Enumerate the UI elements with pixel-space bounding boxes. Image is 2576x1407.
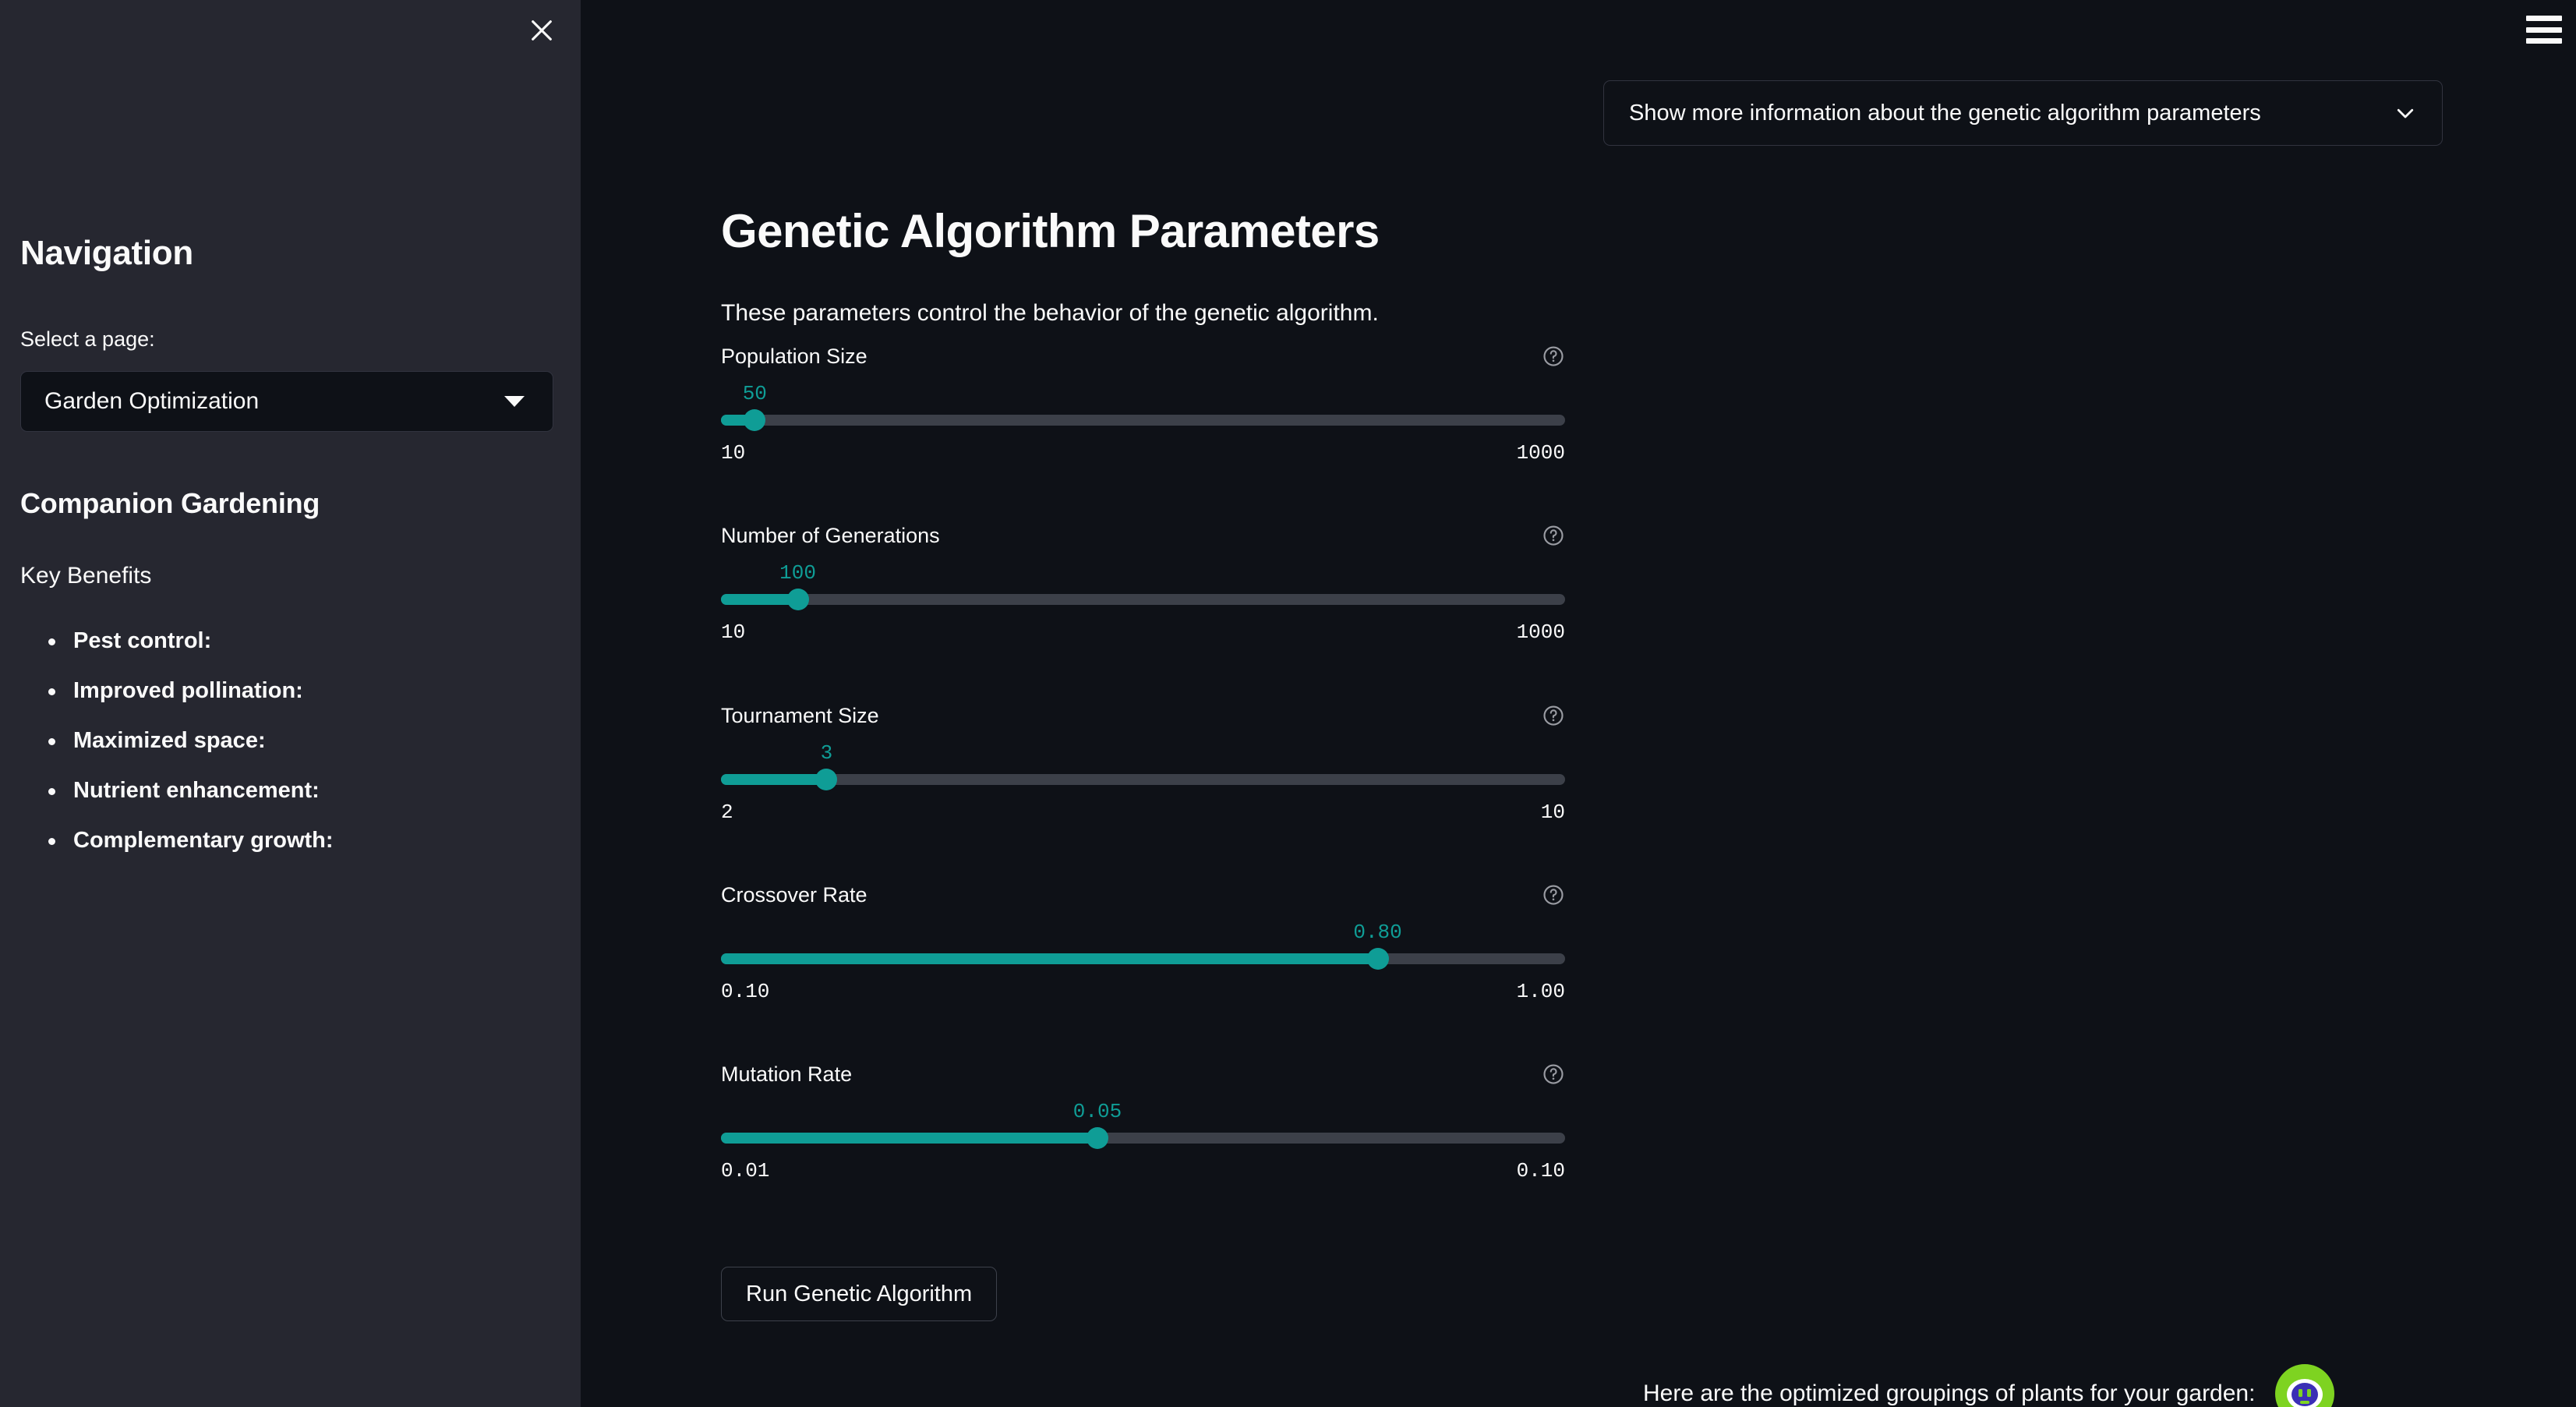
run-genetic-algorithm-button[interactable]: Run Genetic Algorithm	[721, 1267, 998, 1321]
slider-3: Tournament Size 3 2 10	[721, 702, 1565, 824]
slider-fill	[721, 953, 1378, 964]
page-select-value: Garden Optimization	[44, 388, 260, 414]
slider-max: 0.10	[1516, 1159, 1565, 1183]
slider-fill	[721, 1133, 1098, 1144]
question-circle-icon[interactable]	[1542, 345, 1565, 368]
hamburger-bar	[2526, 38, 2562, 44]
question-circle-icon[interactable]	[1542, 524, 1565, 547]
page-subtitle: These parameters control the behavior of…	[721, 300, 1379, 326]
slider-value: 0.80	[1353, 921, 1402, 944]
benefits-list: Pest control: Improved pollination: Maxi…	[20, 630, 535, 879]
chat-message-row: Here are the optimized groupings of plan…	[1643, 1364, 2335, 1407]
info-expander[interactable]: Show more information about the genetic …	[1603, 80, 2443, 146]
chevron-down-icon	[504, 396, 525, 407]
page-select[interactable]: Garden Optimization	[20, 371, 553, 432]
slider-value: 50	[742, 382, 767, 405]
question-circle-icon[interactable]	[1542, 883, 1565, 907]
slider-thumb[interactable]	[744, 409, 766, 431]
slider-max: 1000	[1516, 620, 1565, 644]
slider-value-row: 0.80	[721, 921, 1565, 949]
slider-track[interactable]	[721, 948, 1565, 970]
slider-range: 0.01 0.10	[721, 1159, 1565, 1183]
slider-min: 10	[721, 620, 746, 644]
slider-label: Number of Generations	[721, 523, 940, 547]
slider-thumb[interactable]	[1087, 1127, 1109, 1149]
sidebar-subheading: Key Benefits	[20, 563, 152, 589]
slider-range: 10 1000	[721, 620, 1565, 644]
slider-min: 2	[721, 801, 733, 824]
sidebar: Navigation Select a page: Garden Optimiz…	[0, 0, 581, 1407]
hamburger-bar	[2526, 27, 2562, 33]
chat-message-text: Here are the optimized groupings of plan…	[1643, 1380, 2256, 1406]
slider-header: Population Size	[721, 343, 1565, 369]
slider-track[interactable]	[721, 769, 1565, 790]
slider-track[interactable]	[721, 589, 1565, 610]
question-circle-icon[interactable]	[1542, 704, 1565, 727]
app-root: Navigation Select a page: Garden Optimiz…	[0, 0, 2576, 1407]
slider-header: Mutation Rate	[721, 1061, 1565, 1087]
slider-max: 1.00	[1516, 980, 1565, 1003]
slider-range: 2 10	[721, 801, 1565, 824]
slider-header: Number of Generations	[721, 522, 1565, 549]
slider-max: 10	[1540, 801, 1565, 824]
sidebar-close-button[interactable]	[518, 6, 566, 55]
slider-header: Tournament Size	[721, 702, 1565, 729]
list-item: Nutrient enhancement:	[20, 780, 535, 802]
slider-track[interactable]	[721, 409, 1565, 431]
slider-thumb[interactable]	[815, 769, 838, 790]
slider-range: 10 1000	[721, 441, 1565, 465]
slider-min: 0.01	[721, 1159, 770, 1183]
slider-value-row: 50	[721, 382, 1565, 410]
slider-1: Population Size 50 10 1000	[721, 343, 1565, 465]
slider-label: Mutation Rate	[721, 1062, 853, 1086]
question-circle-icon[interactable]	[1542, 1062, 1565, 1086]
slider-value-row: 0.05	[721, 1100, 1565, 1128]
chevron-down-icon	[2397, 108, 2414, 118]
slider-fill	[721, 774, 827, 785]
slider-thumb[interactable]	[1366, 948, 1389, 970]
sidebar-title: Navigation	[20, 234, 193, 272]
bot-face-icon	[2287, 1379, 2323, 1407]
slider-5: Mutation Rate 0.05 0.01 0.10	[721, 1061, 1565, 1183]
list-item: Maximized space:	[20, 730, 535, 752]
slider-2: Number of Generations 100 10 1000	[721, 522, 1565, 644]
hamburger-bar	[2526, 16, 2562, 21]
slider-max: 1000	[1516, 441, 1565, 465]
sidebar-section-heading: Companion Gardening	[20, 487, 320, 519]
page-title: Genetic Algorithm Parameters	[721, 205, 1380, 257]
slider-label: Population Size	[721, 344, 868, 368]
slider-value: 0.05	[1072, 1100, 1122, 1123]
slider-range: 0.10 1.00	[721, 980, 1565, 1003]
slider-value-row: 100	[721, 561, 1565, 589]
page-select-label: Select a page:	[20, 327, 155, 351]
bot-avatar-icon	[2275, 1364, 2335, 1407]
slider-value-row: 3	[721, 741, 1565, 769]
slider-value: 100	[779, 561, 816, 585]
slider-track[interactable]	[721, 1127, 1565, 1149]
list-item: Pest control:	[20, 630, 535, 652]
slider-label: Crossover Rate	[721, 882, 868, 907]
slider-4: Crossover Rate 0.80 0.10 1.00	[721, 882, 1565, 1003]
hamburger-menu-icon[interactable]	[2526, 16, 2562, 44]
slider-label: Tournament Size	[721, 703, 879, 727]
list-item: Improved pollination:	[20, 680, 535, 702]
slider-thumb[interactable]	[786, 589, 809, 610]
slider-min: 10	[721, 441, 746, 465]
info-expander-label: Show more information about the genetic …	[1629, 100, 2261, 125]
close-icon	[532, 20, 552, 41]
list-item: Complementary growth:	[20, 829, 535, 852]
slider-min: 0.10	[721, 980, 770, 1003]
slider-value: 3	[820, 741, 833, 765]
slider-header: Crossover Rate	[721, 882, 1565, 908]
